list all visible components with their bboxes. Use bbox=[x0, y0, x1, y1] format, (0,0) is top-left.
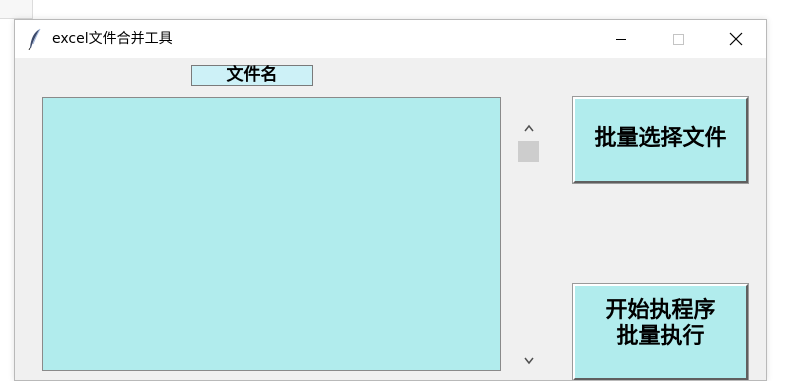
feather-icon bbox=[28, 28, 41, 50]
file-name-column-header: 文件名 bbox=[191, 65, 313, 86]
app-window: excel文件合并工具 文件名 批量选择文件 开始执程序 批量执行 bbox=[14, 19, 767, 381]
maximize-button[interactable] bbox=[655, 20, 701, 58]
close-button[interactable] bbox=[713, 20, 759, 58]
minimize-icon bbox=[616, 39, 626, 40]
desktop: excel文件合并工具 文件名 批量选择文件 开始执程序 批量执行 bbox=[0, 0, 803, 381]
scrollbar-thumb[interactable] bbox=[518, 141, 539, 162]
minimize-button[interactable] bbox=[598, 20, 644, 58]
scroll-up-arrow-icon[interactable] bbox=[517, 120, 542, 138]
vertical-scrollbar[interactable] bbox=[517, 120, 542, 372]
batch-select-files-button[interactable]: 批量选择文件 bbox=[572, 96, 749, 184]
window-title: excel文件合并工具 bbox=[52, 31, 173, 47]
start-batch-run-button[interactable]: 开始执程序 批量执行 bbox=[572, 283, 749, 380]
background-window-edge bbox=[0, 0, 33, 19]
run-button-label-line2: 批量执行 bbox=[616, 324, 705, 349]
title-bar[interactable]: excel文件合并工具 bbox=[15, 20, 766, 58]
maximize-icon bbox=[673, 34, 684, 45]
close-icon bbox=[729, 32, 743, 46]
run-button-label-line1: 开始执程序 bbox=[605, 298, 716, 323]
scroll-down-arrow-icon[interactable] bbox=[517, 352, 542, 370]
file-listbox[interactable] bbox=[42, 97, 501, 371]
